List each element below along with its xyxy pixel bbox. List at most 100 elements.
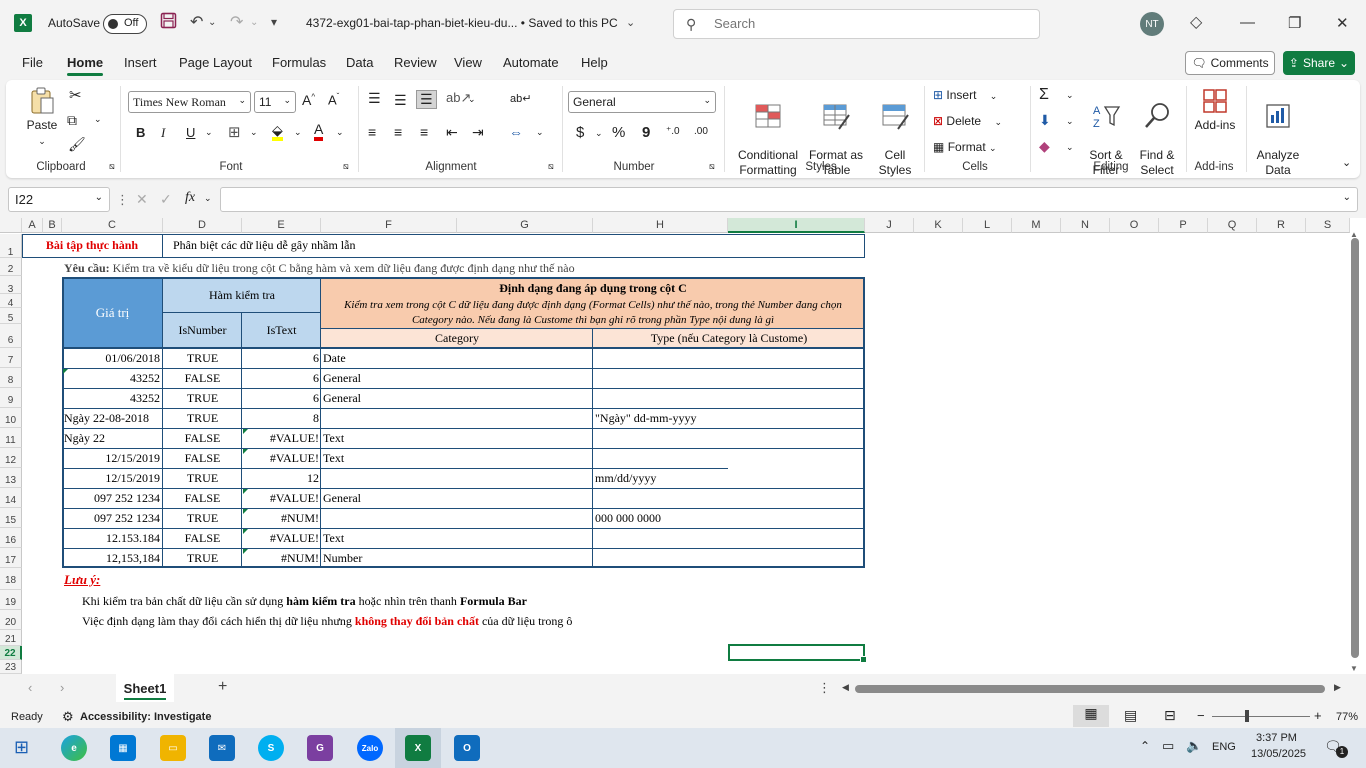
file-explorer-icon[interactable]: ▭: [160, 735, 186, 761]
redo-icon[interactable]: ↷: [230, 12, 243, 32]
zalo-icon[interactable]: Zalo: [357, 735, 383, 761]
autosum-dropdown-icon[interactable]: ⌄: [1066, 90, 1074, 101]
exercise-title-text[interactable]: Phân biệt các dữ liệu dễ gây nhầm lẫn: [171, 238, 571, 253]
row-header-16[interactable]: 16: [0, 528, 22, 548]
merge-dropdown-icon[interactable]: ⌄: [536, 127, 544, 138]
page-layout-view-icon[interactable]: ▤: [1124, 707, 1137, 724]
search-box[interactable]: ⚲: [673, 9, 1040, 39]
currency-dropdown-icon[interactable]: ⌄: [595, 128, 603, 139]
tab-insert[interactable]: Insert: [124, 55, 157, 70]
prev-sheet-icon[interactable]: ‹: [28, 680, 32, 695]
volume-icon[interactable]: 🔈: [1186, 738, 1202, 754]
zoom-slider[interactable]: [1212, 716, 1310, 717]
font-size-select[interactable]: 11 ⌄: [254, 91, 296, 113]
row-header-14[interactable]: 14: [0, 488, 22, 508]
orientation-dropdown-icon[interactable]: ⌄: [468, 94, 476, 105]
wrap-text-icon[interactable]: ab↵: [510, 92, 531, 105]
align-right-icon[interactable]: ≡: [420, 124, 428, 140]
istext-cell[interactable]: 6: [242, 351, 321, 366]
fill-dropdown-icon[interactable]: ⌄: [294, 127, 302, 138]
isnumber-cell[interactable]: TRUE: [163, 471, 242, 486]
requirement-text[interactable]: Yêu cầu: Kiểm tra về kiểu dữ liệu trong …: [62, 261, 762, 276]
maximize-icon[interactable]: ❐: [1288, 14, 1301, 32]
column-header-e[interactable]: E: [242, 218, 321, 233]
row-header-9[interactable]: 9: [0, 388, 22, 408]
delete-cells-button[interactable]: ⊠ Delete ⌄: [933, 114, 1002, 128]
tab-review[interactable]: Review: [394, 55, 437, 70]
isnumber-cell[interactable]: FALSE: [163, 531, 242, 546]
align-top-icon[interactable]: ☰: [368, 90, 381, 107]
value-cell[interactable]: 01/06/2018: [62, 351, 162, 366]
row-header-5[interactable]: 5: [0, 308, 22, 324]
tab-formulas[interactable]: Formulas: [272, 55, 326, 70]
zoom-level[interactable]: 77%: [1336, 711, 1358, 723]
column-header-a[interactable]: A: [22, 218, 43, 233]
row-header-21[interactable]: 21: [0, 630, 22, 646]
currency-button[interactable]: $: [576, 124, 584, 141]
analyze-data-button[interactable]: Analyze Data: [1252, 86, 1304, 178]
column-header-f[interactable]: F: [321, 218, 457, 233]
tab-home[interactable]: Home: [67, 55, 104, 76]
tab-data[interactable]: Data: [346, 55, 373, 70]
row-header-18[interactable]: 18: [0, 568, 22, 590]
row-header-13[interactable]: 13: [0, 468, 22, 488]
scroll-left-icon[interactable]: ◀: [842, 682, 849, 693]
excel-taskbar-icon[interactable]: X: [405, 735, 431, 761]
row-header-20[interactable]: 20: [0, 610, 22, 630]
value-cell[interactable]: Ngày 22: [62, 431, 162, 446]
number-launcher-icon[interactable]: ⧅: [709, 161, 715, 172]
column-header-j[interactable]: J: [865, 218, 914, 233]
network-icon[interactable]: ▭: [1162, 738, 1174, 754]
cell-styles-button[interactable]: Cell Styles: [872, 86, 918, 178]
value-cell[interactable]: 12/15/2019: [62, 471, 162, 486]
italic-button[interactable]: I: [161, 125, 165, 141]
column-header-c[interactable]: C: [62, 218, 163, 233]
align-left-icon[interactable]: ≡: [368, 124, 376, 140]
windows-start-icon[interactable]: ⊞: [14, 737, 29, 758]
insert-function-icon[interactable]: fx: [185, 190, 195, 206]
comments-button[interactable]: 🗨 Comments: [1185, 51, 1275, 75]
fx-dropdown-icon[interactable]: ⌄: [204, 193, 212, 204]
title-dropdown-icon[interactable]: ⌄: [626, 16, 635, 29]
category-cell[interactable]: General: [321, 491, 592, 506]
value-cell[interactable]: 12/15/2019: [62, 451, 162, 466]
value-cell[interactable]: 097 252 1234: [62, 511, 162, 526]
isnumber-cell[interactable]: TRUE: [163, 411, 242, 426]
avatar[interactable]: NT: [1140, 12, 1164, 36]
edge-icon[interactable]: e: [61, 735, 87, 761]
istext-cell[interactable]: 6: [242, 371, 321, 386]
istext-cell[interactable]: #VALUE!: [242, 531, 321, 546]
align-middle-icon[interactable]: ☰: [394, 92, 407, 109]
comma-button[interactable]: 9: [642, 124, 650, 141]
zoom-out-icon[interactable]: −: [1197, 708, 1205, 723]
more-options-icon[interactable]: ⋮: [116, 192, 129, 208]
next-sheet-icon[interactable]: ›: [60, 680, 64, 695]
row-header-10[interactable]: 10: [0, 408, 22, 428]
outlook-icon[interactable]: O: [454, 735, 480, 761]
tab-page-layout[interactable]: Page Layout: [179, 55, 252, 70]
clipboard-launcher-icon[interactable]: ⧅: [109, 161, 115, 172]
add-sheet-icon[interactable]: +: [218, 678, 227, 696]
decrease-indent-icon[interactable]: ⇤: [446, 124, 458, 141]
row-header-17[interactable]: 17: [0, 548, 22, 568]
clock-time[interactable]: 3:37 PM: [1256, 732, 1297, 744]
tab-automate[interactable]: Automate: [503, 55, 559, 70]
undo-icon[interactable]: ↶: [190, 12, 203, 32]
row-header-8[interactable]: 8: [0, 368, 22, 388]
increase-decimal-icon[interactable]: ⁺.0: [666, 126, 680, 137]
isnumber-cell[interactable]: TRUE: [163, 551, 242, 566]
row-header-12[interactable]: 12: [0, 448, 22, 468]
underline-dropdown-icon[interactable]: ⌄: [205, 127, 213, 138]
column-header-d[interactable]: D: [163, 218, 242, 233]
vertical-scrollbar[interactable]: ▲ ▼: [1350, 230, 1360, 674]
share-button[interactable]: ⇪ Share ⌄: [1283, 51, 1355, 75]
decrease-font-icon[interactable]: Aˇ: [328, 92, 339, 107]
borders-dropdown-icon[interactable]: ⌄: [250, 127, 258, 138]
skype-icon[interactable]: S: [258, 735, 284, 761]
cancel-entry-icon[interactable]: ✕: [136, 191, 148, 208]
worksheet-grid[interactable]: A B C D E F G H I J K L M N O P Q R S 1 …: [0, 218, 1366, 674]
undo-dropdown-icon[interactable]: ⌄: [208, 17, 216, 28]
column-header-l[interactable]: L: [963, 218, 1012, 233]
column-header-b[interactable]: B: [43, 218, 62, 233]
istext-cell[interactable]: #NUM!: [242, 511, 321, 526]
